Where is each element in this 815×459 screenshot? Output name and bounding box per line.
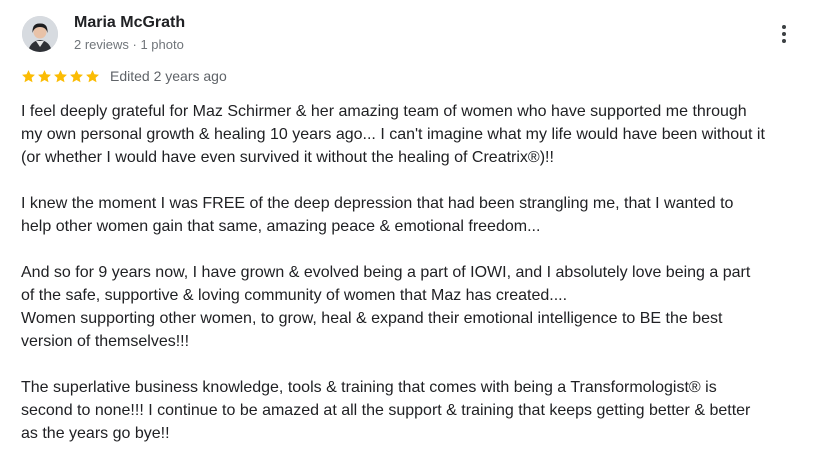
star-icon — [70, 69, 83, 82]
review-text-line: I knew the moment I was FREE of the deep… — [21, 195, 734, 212]
review-text-line: second to none!!! I continue to be amaze… — [21, 402, 751, 419]
review-text-line: And so for 9 years now, I have grown & e… — [21, 264, 751, 281]
more-vert-icon — [782, 25, 786, 29]
review-paragraph: The superlative business knowledge, tool… — [21, 376, 806, 445]
author-meta: 2 reviews · 1 photo — [74, 37, 184, 52]
review-paragraph: I feel deeply grateful for Maz Schirmer … — [21, 100, 806, 169]
star-icon — [22, 69, 35, 82]
avatar[interactable] — [22, 16, 58, 52]
review-text: I feel deeply grateful for Maz Schirmer … — [21, 100, 806, 445]
review-card: Maria McGrath 2 reviews · 1 photo Edited… — [0, 0, 815, 459]
review-text-line: (or whether I would have even survived i… — [21, 149, 554, 166]
avatar-photo — [22, 16, 58, 52]
review-text-line: version of themselves!!! — [21, 333, 190, 350]
review-paragraph: I knew the moment I was FREE of the deep… — [21, 192, 806, 238]
review-text-line: The superlative business knowledge, tool… — [21, 379, 717, 396]
review-text-line: as the years go bye!! — [21, 425, 170, 442]
star-icon — [86, 69, 99, 82]
review-text-line: I feel deeply grateful for Maz Schirmer … — [21, 103, 747, 120]
author-name[interactable]: Maria McGrath — [74, 14, 185, 32]
star-rating — [21, 69, 100, 84]
star-icon — [38, 69, 51, 82]
review-text-line: Women supporting other women, to grow, h… — [21, 310, 723, 327]
star-icon — [54, 69, 67, 82]
edited-timestamp: Edited 2 years ago — [110, 68, 227, 84]
rating-row: Edited 2 years ago — [21, 67, 227, 85]
review-paragraph: And so for 9 years now, I have grown & e… — [21, 261, 806, 353]
review-text-line: my own personal growth & healing 10 year… — [21, 126, 765, 143]
review-text-line: help other women gain that same, amazing… — [21, 218, 541, 235]
review-text-line: of the safe, supportive & loving communi… — [21, 287, 568, 304]
more-options-button[interactable] — [772, 22, 796, 46]
